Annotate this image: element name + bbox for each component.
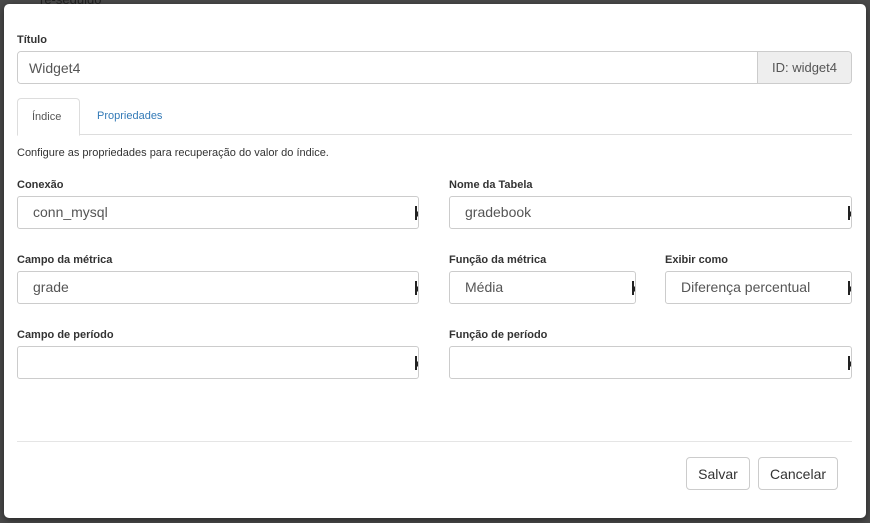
conexao-select[interactable]: conn_mysql xyxy=(17,196,419,229)
tab-indice[interactable]: Índice xyxy=(17,98,80,136)
title-label: Título xyxy=(17,34,47,46)
campo-periodo-select[interactable] xyxy=(17,346,419,379)
funcao-metrica-select[interactable]: Média xyxy=(449,271,636,304)
tab-propriedades[interactable]: Propriedades xyxy=(83,98,176,135)
select-arrow-icon xyxy=(630,281,635,295)
widget-id-addon: ID: widget4 xyxy=(757,52,851,83)
select-arrow-icon xyxy=(846,281,851,295)
exibir-como-select[interactable]: Diferença percentual xyxy=(665,271,852,304)
help-text: Configure as propriedades para recuperaç… xyxy=(17,147,329,159)
cancel-button[interactable]: Cancelar xyxy=(758,457,838,490)
select-arrow-icon xyxy=(846,206,851,220)
conexao-value: conn_mysql xyxy=(33,204,108,220)
footer-divider xyxy=(17,441,852,442)
title-input-group: ID: widget4 xyxy=(17,51,852,84)
save-button[interactable]: Salvar xyxy=(686,457,750,490)
tab-bar: Índice Propriedades xyxy=(17,98,852,136)
exibir-como-label: Exibir como xyxy=(665,254,728,266)
select-arrow-icon xyxy=(846,356,851,370)
widget-edit-modal: Título ID: widget4 Índice Propriedades C… xyxy=(4,4,866,518)
exibir-como-value: Diferença percentual xyxy=(681,279,811,295)
campo-metrica-select[interactable]: grade xyxy=(17,271,419,304)
funcao-periodo-label: Função de período xyxy=(449,329,548,341)
tabela-value: gradebook xyxy=(465,204,532,220)
select-arrow-icon xyxy=(413,206,418,220)
campo-metrica-label: Campo da métrica xyxy=(17,254,113,266)
tabela-select[interactable]: gradebook xyxy=(449,196,852,229)
funcao-periodo-select[interactable] xyxy=(449,346,852,379)
tabela-label: Nome da Tabela xyxy=(449,179,533,191)
campo-metrica-value: grade xyxy=(33,279,69,295)
campo-periodo-label: Campo de período xyxy=(17,329,114,341)
funcao-metrica-value: Média xyxy=(465,279,504,295)
select-arrow-icon xyxy=(413,281,418,295)
conexao-label: Conexão xyxy=(17,179,64,191)
select-arrow-icon xyxy=(413,356,418,370)
title-input[interactable] xyxy=(18,52,757,83)
funcao-metrica-label: Função da métrica xyxy=(449,254,547,266)
